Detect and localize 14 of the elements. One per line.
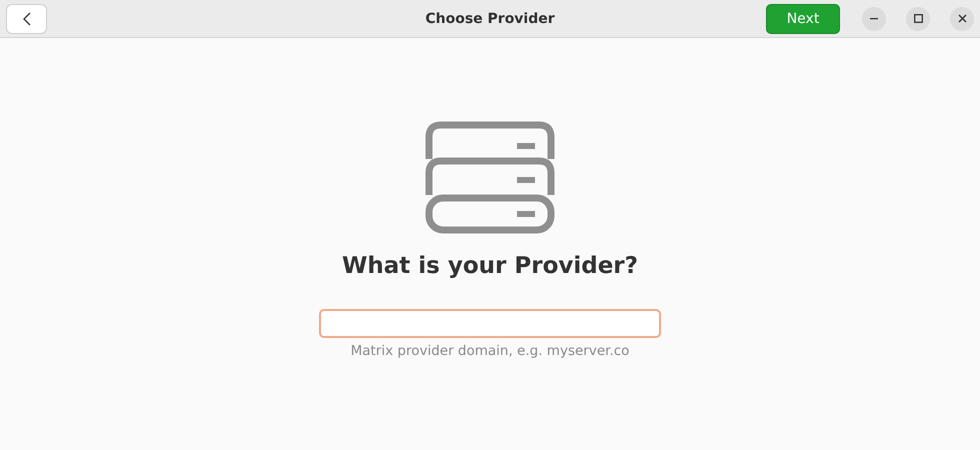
- hint-text: Matrix provider domain, e.g. myserver.co: [350, 343, 630, 359]
- window-title: Choose Provider: [425, 10, 555, 26]
- maximize-icon: [914, 14, 922, 23]
- minimize-button[interactable]: [862, 6, 886, 30]
- minimize-icon: [870, 18, 878, 20]
- close-button[interactable]: [950, 6, 974, 30]
- close-icon: [958, 14, 966, 23]
- server-icon: [425, 121, 555, 234]
- provider-input-field[interactable]: [319, 309, 661, 338]
- next-button[interactable]: Next: [766, 4, 840, 34]
- maximize-button[interactable]: [906, 6, 930, 30]
- back-button[interactable]: [6, 4, 47, 34]
- back-icon: [22, 12, 30, 26]
- heading: What is your Provider?: [342, 252, 638, 281]
